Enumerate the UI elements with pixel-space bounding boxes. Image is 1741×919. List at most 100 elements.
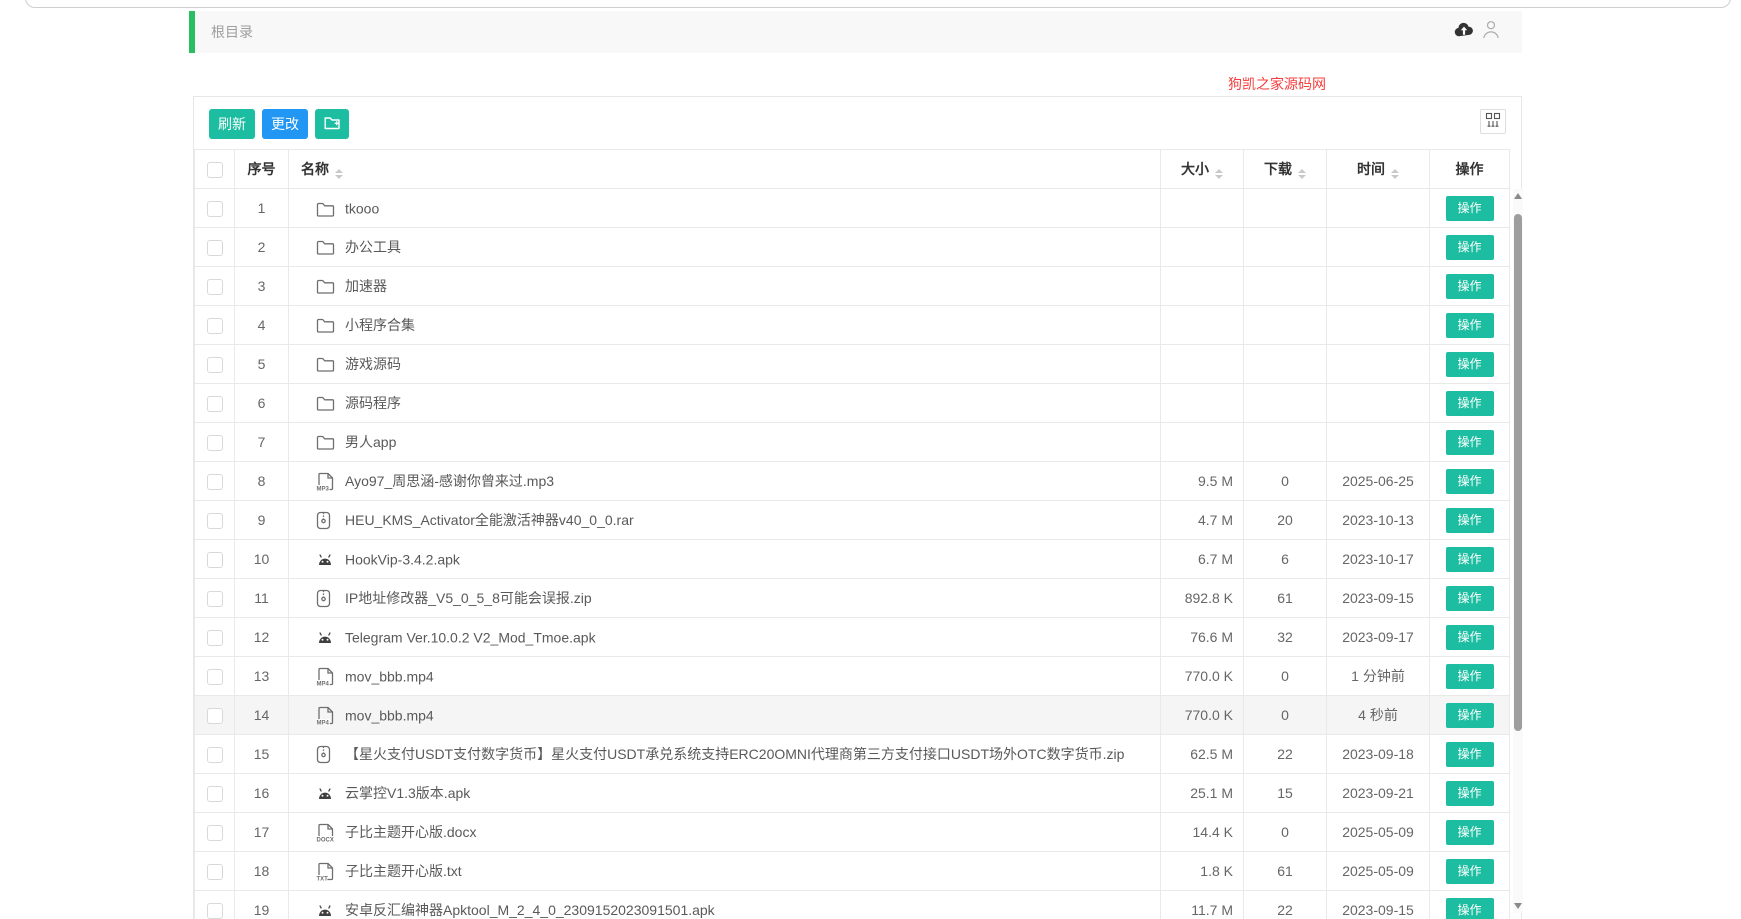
column-header-size[interactable]: 大小 [1161,150,1244,189]
row-checkbox[interactable] [207,825,223,841]
column-header-name[interactable]: 名称 [289,150,1161,189]
file-time [1327,228,1430,267]
file-name[interactable]: 子比主题开心版.docx [345,824,476,840]
row-action-button[interactable]: 操作 [1446,664,1494,689]
row-action-button[interactable]: 操作 [1446,781,1494,806]
file-time: 2025-05-09 [1327,813,1430,852]
row-action-button[interactable]: 操作 [1446,586,1494,611]
sort-icon[interactable] [1298,169,1306,179]
row-checkbox[interactable] [207,474,223,490]
file-name[interactable]: 【星火支付USDT支付数字货币】星火支付USDT承兑系统支持ERC20OMNI代… [345,746,1124,762]
row-action-button[interactable]: 操作 [1446,547,1494,572]
file-name[interactable]: 安卓反汇编神器Apktool_M_2_4_0_2309152023091501.… [345,902,715,918]
row-index: 18 [235,852,289,891]
select-all-checkbox[interactable] [207,162,223,178]
folder-name[interactable]: 源码程序 [345,395,401,411]
row-checkbox[interactable] [207,513,223,529]
scroll-down-arrow-icon[interactable] [1513,899,1523,913]
row-index: 6 [235,384,289,423]
row-action-button[interactable]: 操作 [1446,742,1494,767]
column-header-select [195,150,235,189]
file-size: 9.5 M [1161,462,1244,501]
row-action-button[interactable]: 操作 [1446,391,1494,416]
row-checkbox[interactable] [207,240,223,256]
file-name[interactable]: mov_bbb.mp4 [345,707,434,723]
file-name[interactable]: Ayo97_周思涵-感谢你曾来过.mp3 [345,473,554,489]
file-name[interactable]: mov_bbb.mp4 [345,668,434,684]
svg-text:DOCX: DOCX [317,837,334,842]
column-settings-button[interactable] [1480,109,1506,134]
folder-name[interactable]: 办公工具 [345,239,401,255]
scroll-up-arrow-icon[interactable] [1513,189,1523,203]
file-size: 25.1 M [1161,774,1244,813]
row-action-button[interactable]: 操作 [1446,274,1494,299]
row-checkbox[interactable] [207,318,223,334]
row-action-button[interactable]: 操作 [1446,235,1494,260]
folder-name[interactable]: 男人app [345,434,396,450]
file-name[interactable]: HEU_KMS_Activator全能激活神器v40_0_0.rar [345,512,634,528]
folder-name[interactable]: tkooo [345,201,379,217]
row-action-button[interactable]: 操作 [1446,313,1494,338]
column-header-downloads[interactable]: 下载 [1244,150,1327,189]
file-name[interactable]: Telegram Ver.10.0.2 V2_Mod_Tmoe.apk [345,630,596,646]
row-checkbox[interactable] [207,279,223,295]
row-checkbox[interactable] [207,747,223,763]
row-action-button[interactable]: 操作 [1446,352,1494,377]
sort-icon[interactable] [1391,169,1399,179]
scrollbar-thumb[interactable] [1514,214,1522,731]
row-checkbox[interactable] [207,864,223,880]
file-size [1161,423,1244,462]
change-button[interactable]: 更改 [262,109,308,139]
row-checkbox[interactable] [207,357,223,373]
file-size: 14.4 K [1161,813,1244,852]
row-action-button[interactable]: 操作 [1446,859,1494,884]
sort-icon[interactable] [1215,169,1223,179]
row-checkbox[interactable] [207,396,223,412]
column-label: 时间 [1357,161,1385,177]
refresh-button[interactable]: 刷新 [209,109,255,139]
table-row: 17DOCX子比主题开心版.docx14.4 K02025-05-09操作 [195,813,1510,852]
file-size: 770.0 K [1161,657,1244,696]
row-checkbox[interactable] [207,552,223,568]
table-row: 11IP地址修改器_V5_0_5_8可能会误报.zip892.8 K612023… [195,579,1510,618]
file-name[interactable]: 子比主题开心版.txt [345,863,462,879]
download-count [1244,306,1327,345]
row-index: 12 [235,618,289,657]
download-count: 15 [1244,774,1327,813]
file-size [1161,345,1244,384]
vertical-scrollbar[interactable] [1513,189,1523,913]
folder-name[interactable]: 游戏源码 [345,356,401,372]
row-checkbox[interactable] [207,708,223,724]
folder-name[interactable]: 小程序合集 [345,317,415,333]
row-action-button[interactable]: 操作 [1446,703,1494,728]
column-header-time[interactable]: 时间 [1327,150,1430,189]
row-checkbox[interactable] [207,786,223,802]
row-checkbox[interactable] [207,435,223,451]
row-checkbox[interactable] [207,591,223,607]
row-checkbox[interactable] [207,630,223,646]
row-checkbox[interactable] [207,903,223,919]
row-action-button[interactable]: 操作 [1446,508,1494,533]
address-input[interactable] [25,0,1731,8]
watermark-link[interactable]: 狗凯之家源码网 [1228,74,1326,94]
cloud-upload-icon[interactable] [1454,22,1474,42]
file-name[interactable]: 云掌控V1.3版本.apk [345,785,470,801]
row-checkbox[interactable] [207,201,223,217]
row-action-button[interactable]: 操作 [1446,820,1494,845]
sort-icon[interactable] [335,169,343,179]
new-folder-button[interactable] [315,109,349,139]
row-action-button[interactable]: 操作 [1446,625,1494,650]
row-action-button[interactable]: 操作 [1446,898,1494,919]
txt-file-icon: TXT [316,862,338,881]
table-row: 8MP3Ayo97_周思涵-感谢你曾来过.mp39.5 M02025-06-25… [195,462,1510,501]
folder-name[interactable]: 加速器 [345,278,387,294]
file-name[interactable]: IP地址修改器_V5_0_5_8可能会误报.zip [345,590,592,606]
download-count: 6 [1244,540,1327,579]
user-icon[interactable] [1482,20,1500,44]
row-checkbox[interactable] [207,669,223,685]
row-action-button[interactable]: 操作 [1446,196,1494,221]
file-name[interactable]: HookVip-3.4.2.apk [345,552,460,568]
row-action-button[interactable]: 操作 [1446,430,1494,455]
column-label: 大小 [1181,161,1209,177]
row-action-button[interactable]: 操作 [1446,469,1494,494]
